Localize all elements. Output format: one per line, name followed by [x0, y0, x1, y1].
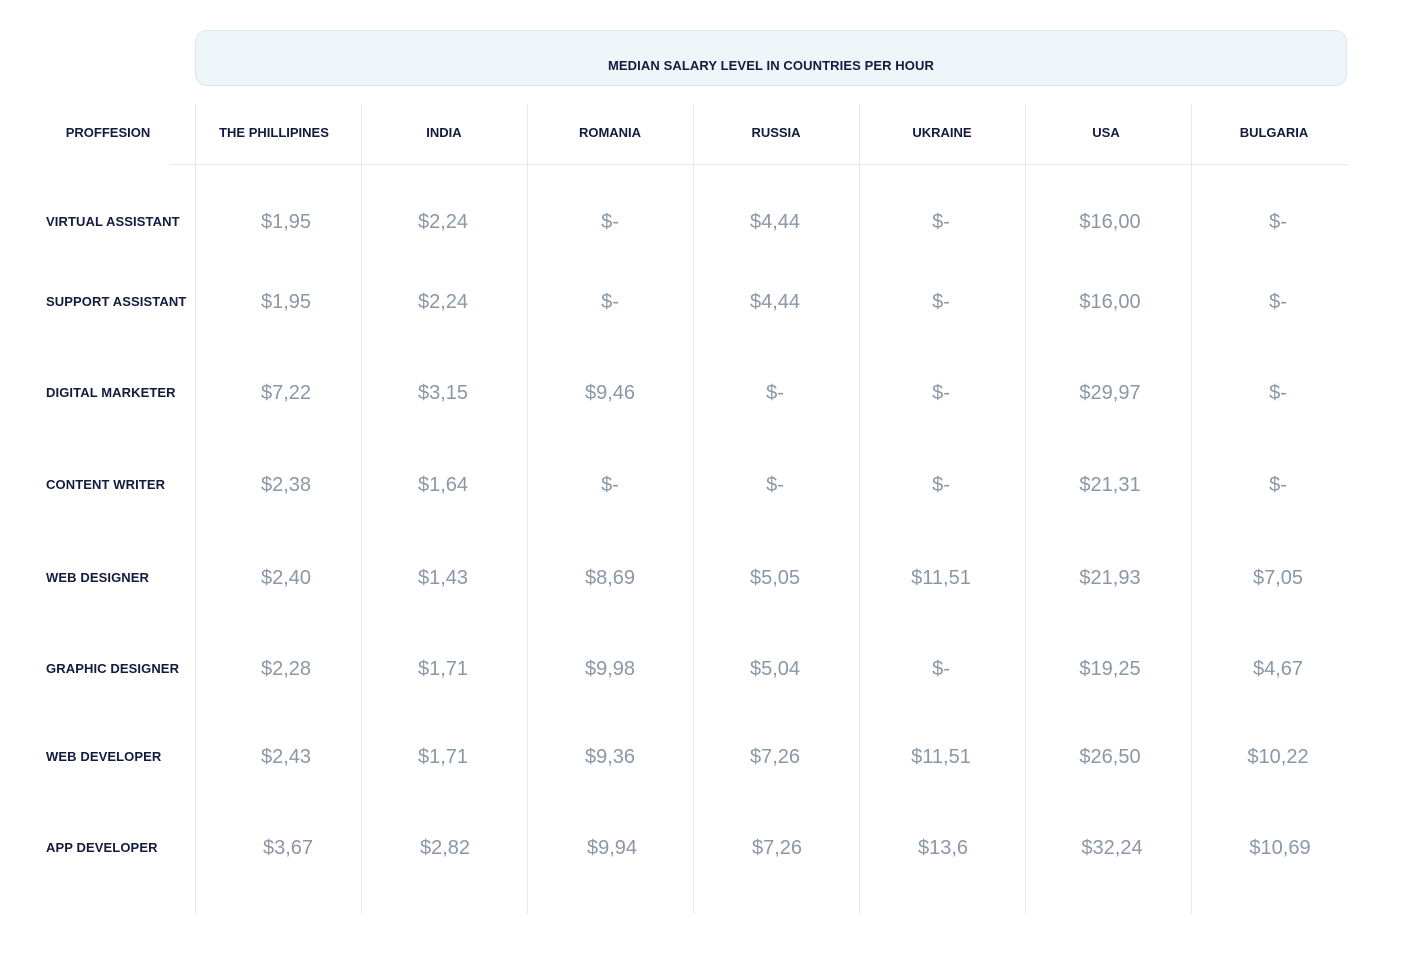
- salary-cell: $4,44: [749, 211, 801, 233]
- column-header: RUSSIA: [751, 125, 801, 140]
- column-header: ROMANIA: [578, 125, 642, 140]
- salary-cell: $3,67: [262, 837, 314, 859]
- salary-cell: $2,82: [419, 837, 471, 859]
- column-header: BULGARIA: [1239, 125, 1309, 140]
- salary-cell: $4,44: [749, 291, 801, 313]
- salary-cell: $1,64: [417, 474, 469, 496]
- salary-cell: $9,36: [584, 746, 636, 768]
- row-label: APP DEVELOPER: [46, 840, 158, 855]
- salary-cell: $19,25: [1079, 658, 1141, 680]
- column-header-profession: PROFFESION: [65, 125, 151, 140]
- salary-cell: $1,43: [417, 567, 469, 589]
- salary-cell: $1,95: [260, 211, 312, 233]
- salary-cell: $1,71: [417, 658, 469, 680]
- column-header: INDIA: [426, 125, 462, 140]
- salary-cell: $8,69: [584, 567, 636, 589]
- salary-cell: $32,24: [1081, 837, 1143, 859]
- row-label: WEB DEVELOPER: [46, 749, 162, 764]
- salary-cell: $11,51: [911, 746, 971, 768]
- salary-cell: $7,26: [749, 746, 801, 768]
- salary-cell: $7,22: [260, 382, 312, 404]
- row-label: DIGITAL MARKETER: [46, 385, 176, 400]
- salary-cell: $-: [766, 382, 784, 404]
- salary-cell: $5,05: [749, 567, 801, 589]
- salary-cell: $21,93: [1079, 567, 1141, 589]
- salary-cell: $21,31: [1079, 474, 1141, 496]
- salary-cell: $-: [1269, 211, 1287, 233]
- salary-cell: $7,05: [1252, 567, 1304, 589]
- column-header: USA: [1092, 125, 1120, 140]
- column-header: THE PHILLIPINES: [219, 125, 329, 140]
- header-divider: [170, 164, 1348, 165]
- salary-cell: $-: [1269, 382, 1287, 404]
- row-label: WEB DESIGNER: [46, 570, 150, 585]
- salary-cell: $9,46: [584, 382, 636, 404]
- salary-cell: $2,24: [417, 211, 469, 233]
- salary-cell: $-: [932, 382, 950, 404]
- salary-cell: $13,6: [917, 837, 969, 859]
- salary-cell: $16,00: [1079, 211, 1141, 233]
- salary-cell: $-: [932, 291, 950, 313]
- column-divider: [195, 104, 196, 914]
- salary-cell: $10,69: [1249, 837, 1311, 859]
- salary-cell: $-: [932, 658, 950, 680]
- salary-cell: $7,26: [751, 837, 803, 859]
- salary-cell: $2,40: [260, 567, 312, 589]
- salary-cell: $-: [1269, 291, 1287, 313]
- row-label: SUPPORT ASSISTANT: [46, 294, 187, 309]
- salary-cell: $-: [932, 211, 950, 233]
- row-label: CONTENT WRITER: [46, 477, 166, 492]
- salary-cell: $5,04: [749, 658, 801, 680]
- column-divider: [1025, 104, 1026, 914]
- salary-cell: $3,15: [417, 382, 469, 404]
- table-title-banner: MEDIAN SALARY LEVEL IN COUNTRIES PER HOU…: [195, 30, 1347, 86]
- salary-cell: $29,97: [1079, 382, 1141, 404]
- salary-cell: $11,51: [911, 567, 971, 589]
- salary-cell: $1,95: [260, 291, 312, 313]
- row-label: VIRTUAL ASSISTANT: [46, 214, 180, 229]
- salary-cell: $-: [601, 211, 619, 233]
- salary-cell: $-: [1269, 474, 1287, 496]
- salary-cell: $2,38: [260, 474, 312, 496]
- salary-cell: $9,98: [584, 658, 636, 680]
- salary-cell: $1,71: [417, 746, 469, 768]
- salary-cell: $2,43: [260, 746, 312, 768]
- salary-cell: $9,94: [586, 837, 638, 859]
- salary-cell: $26,50: [1079, 746, 1141, 768]
- salary-cell: $16,00: [1079, 291, 1141, 313]
- salary-cell: $4,67: [1252, 658, 1304, 680]
- column-header: UKRAINE: [912, 125, 972, 140]
- salary-cell: $10,22: [1247, 746, 1309, 768]
- salary-cell: $-: [601, 291, 619, 313]
- salary-cell: $-: [766, 474, 784, 496]
- row-label: GRAPHIC DESIGNER: [46, 661, 180, 676]
- salary-cell: $2,28: [260, 658, 312, 680]
- table-title: MEDIAN SALARY LEVEL IN COUNTRIES PER HOU…: [607, 57, 934, 73]
- salary-cell: $-: [601, 474, 619, 496]
- salary-cell: $-: [932, 474, 950, 496]
- salary-cell: $2,24: [417, 291, 469, 313]
